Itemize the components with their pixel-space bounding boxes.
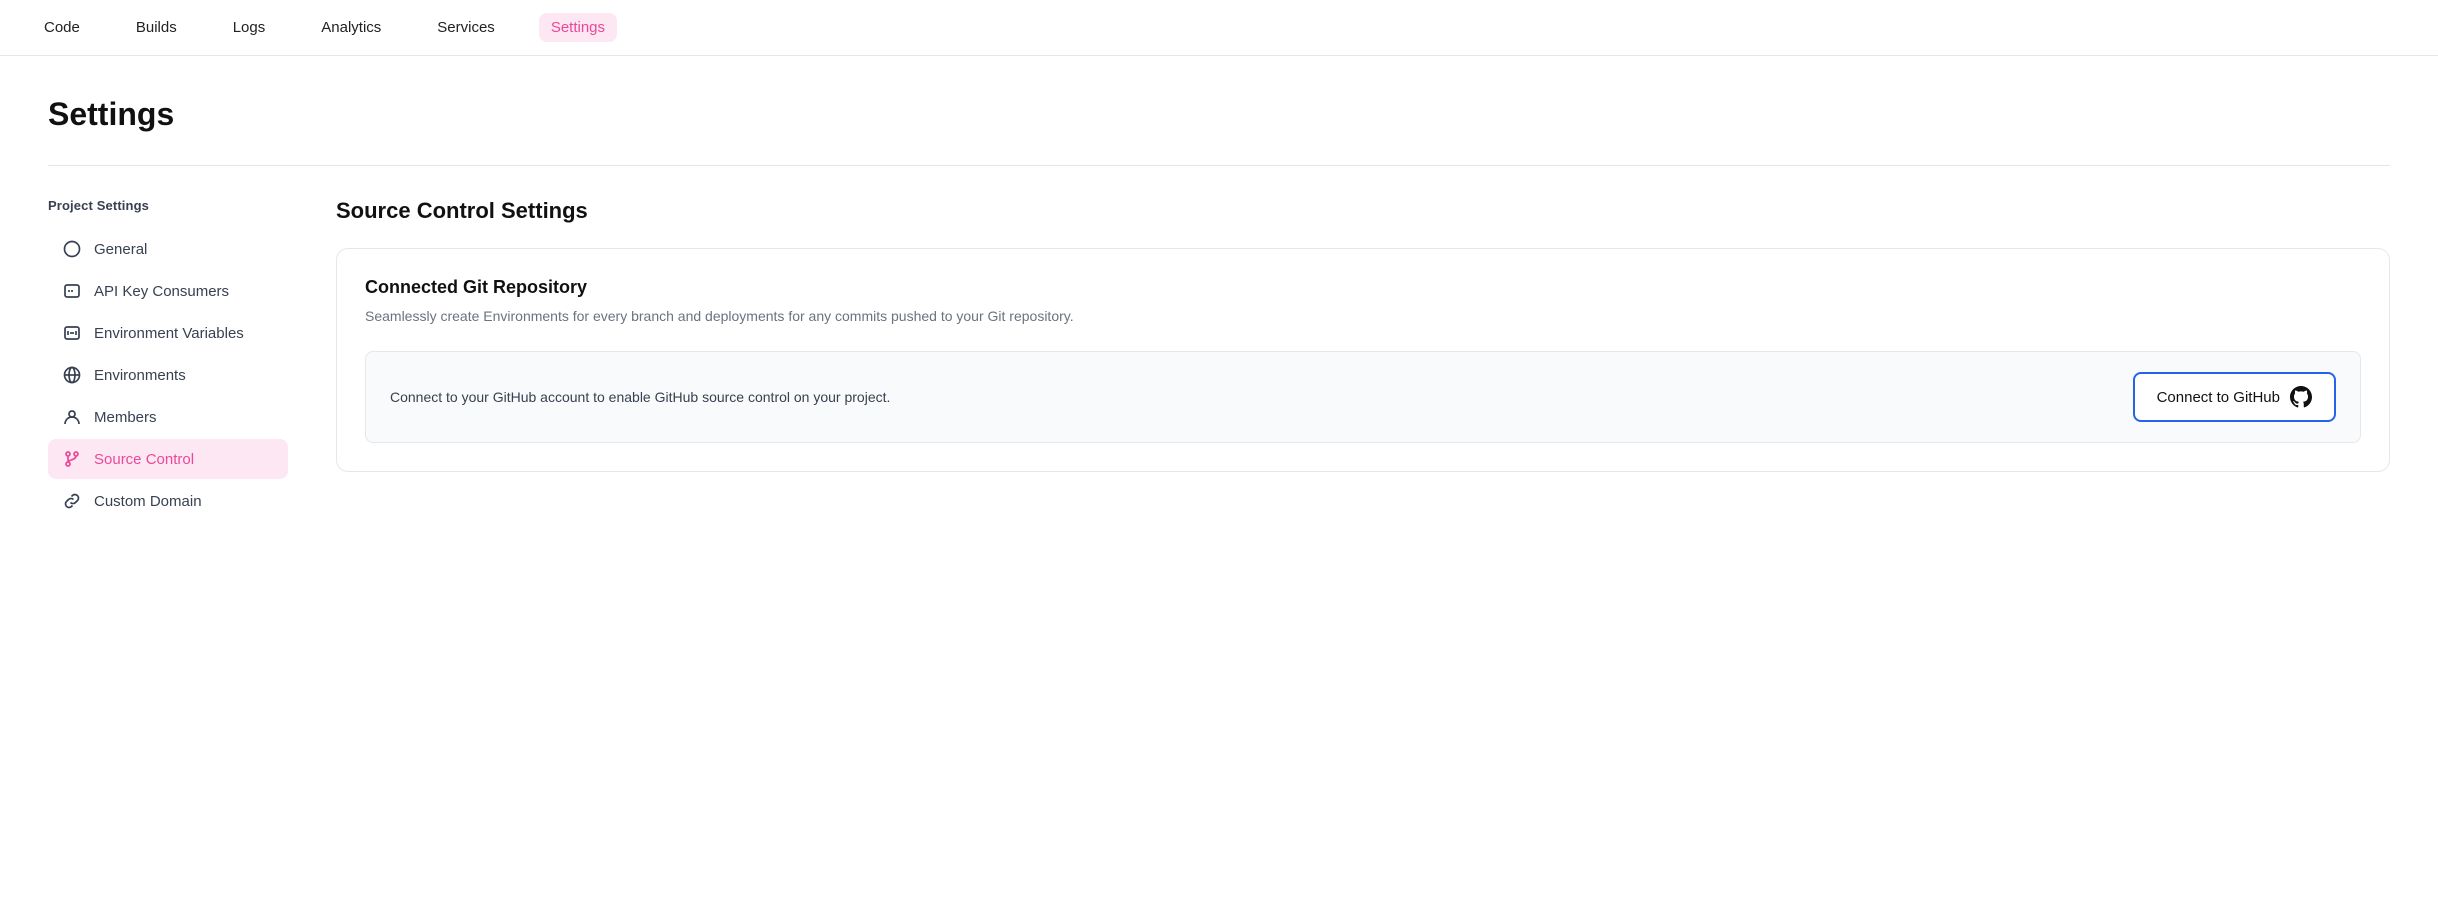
card-title: Connected Git Repository — [365, 277, 2361, 298]
sidebar-environments-label: Environments — [94, 367, 186, 384]
nav-builds[interactable]: Builds — [124, 13, 189, 42]
sidebar-section-title: Project Settings — [48, 198, 288, 213]
sidebar-env-vars-label: Environment Variables — [94, 325, 244, 342]
sidebar-api-key-label: API Key Consumers — [94, 283, 229, 300]
connect-row: Connect to your GitHub account to enable… — [365, 351, 2361, 443]
key-icon — [62, 281, 82, 301]
sidebar-item-general[interactable]: General — [48, 229, 288, 269]
nav-analytics[interactable]: Analytics — [309, 13, 393, 42]
github-icon — [2290, 386, 2312, 408]
git-repository-card: Connected Git Repository Seamlessly crea… — [336, 248, 2390, 472]
connect-github-label: Connect to GitHub — [2157, 389, 2280, 406]
page: Settings Project Settings General — [0, 56, 2438, 561]
divider — [48, 165, 2390, 166]
nav-logs[interactable]: Logs — [221, 13, 278, 42]
sidebar-custom-domain-label: Custom Domain — [94, 493, 202, 510]
globe-icon — [62, 365, 82, 385]
sidebar-item-env-vars[interactable]: Environment Variables — [48, 313, 288, 353]
sidebar-source-control-label: Source Control — [94, 451, 194, 468]
sidebar-members-label: Members — [94, 409, 157, 426]
sidebar-item-members[interactable]: Members — [48, 397, 288, 437]
sidebar-item-api-key[interactable]: API Key Consumers — [48, 271, 288, 311]
nav-services[interactable]: Services — [425, 13, 507, 42]
branch-icon — [62, 449, 82, 469]
brackets-icon — [62, 323, 82, 343]
circle-icon — [62, 239, 82, 259]
card-description: Seamlessly create Environments for every… — [365, 306, 2361, 327]
section-title: Source Control Settings — [336, 198, 2390, 224]
content-area: Project Settings General — [48, 198, 2390, 521]
sidebar-items: General API Key Consumers — [48, 229, 288, 521]
link-icon — [62, 491, 82, 511]
sidebar-item-source-control[interactable]: Source Control — [48, 439, 288, 479]
person-icon — [62, 407, 82, 427]
connect-github-button[interactable]: Connect to GitHub — [2133, 372, 2336, 422]
sidebar-general-label: General — [94, 241, 147, 258]
nav-code[interactable]: Code — [32, 13, 92, 42]
top-nav: Code Builds Logs Analytics Services Sett… — [0, 0, 2438, 56]
page-title: Settings — [48, 96, 2390, 133]
nav-settings[interactable]: Settings — [539, 13, 617, 42]
connect-text: Connect to your GitHub account to enable… — [390, 386, 890, 408]
sidebar-item-custom-domain[interactable]: Custom Domain — [48, 481, 288, 521]
sidebar-item-environments[interactable]: Environments — [48, 355, 288, 395]
sidebar: Project Settings General — [48, 198, 288, 521]
main-content: Source Control Settings Connected Git Re… — [336, 198, 2390, 521]
